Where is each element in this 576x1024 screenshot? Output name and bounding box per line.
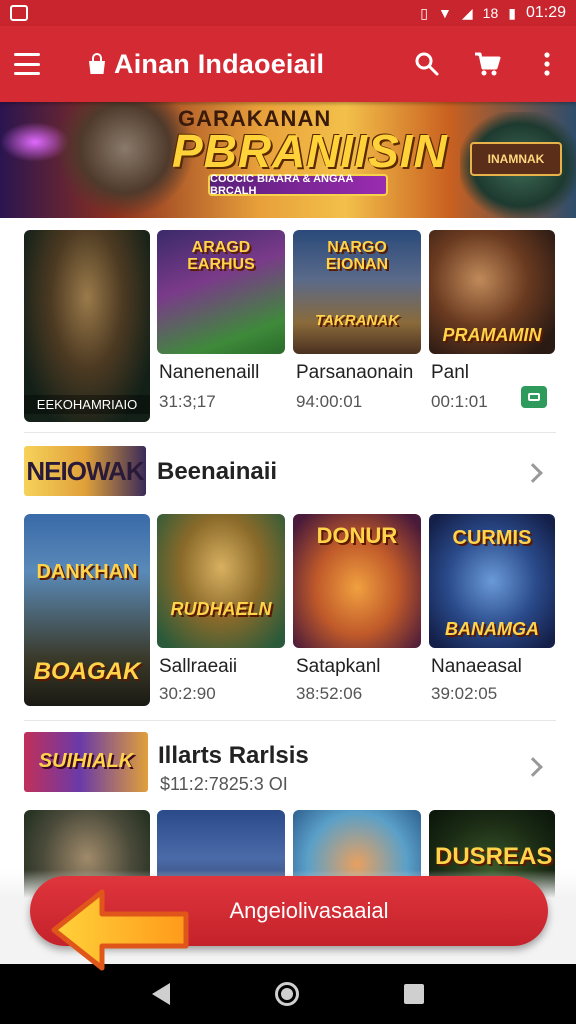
battery-icon: ▮ bbox=[508, 4, 516, 21]
game-tile[interactable]: DANKHAN BOAGAK bbox=[24, 514, 150, 706]
search-icon bbox=[415, 52, 439, 76]
game-name[interactable]: Nanaeasal bbox=[431, 656, 522, 678]
section-title[interactable]: Illarts Rarlsis bbox=[158, 742, 309, 770]
featured-game-caption: EEKOHAMRIAIO bbox=[24, 395, 150, 414]
hero-banner[interactable]: GARAKANAN PBRANIISIN COOCIC BIAARA & ANG… bbox=[0, 102, 576, 218]
chevron-right-icon[interactable] bbox=[523, 757, 543, 777]
arrow-left-icon bbox=[51, 889, 189, 971]
app-bar: Ainan Indaoeiail bbox=[0, 26, 576, 102]
game-name[interactable]: Sallraeaii bbox=[159, 656, 237, 678]
game-tile-title: RUDHAELN bbox=[170, 599, 272, 619]
chevron-right-icon[interactable] bbox=[523, 463, 543, 483]
game-tile[interactable]: ARAGD EARHUS bbox=[157, 230, 285, 354]
divider bbox=[24, 432, 556, 433]
game-tile[interactable]: CURMIS BANAMGA bbox=[429, 514, 555, 648]
game-meta: 31:3;17 bbox=[159, 392, 216, 411]
more-vert-icon bbox=[544, 52, 550, 76]
section-thumbnail-text: NEIOWAK bbox=[26, 456, 144, 486]
game-name[interactable]: Parsanaonain bbox=[296, 362, 413, 384]
game-meta: 39:02:05 bbox=[431, 684, 498, 703]
game-tile-title: DUSREAS bbox=[435, 843, 553, 870]
game-name[interactable]: Satapkanl bbox=[296, 656, 381, 678]
install-button[interactable] bbox=[521, 386, 547, 408]
cart-icon bbox=[475, 52, 501, 76]
game-name[interactable]: Nanenenaill bbox=[159, 362, 259, 384]
game-name[interactable]: Panl bbox=[431, 362, 469, 384]
game-tile[interactable]: PRAMAMIN bbox=[429, 230, 555, 354]
game-tile[interactable]: NARGO EIONAN TAKRANAK bbox=[293, 230, 421, 354]
signal-text: 18 bbox=[482, 5, 499, 21]
hero-title: PBRANIISIN bbox=[172, 125, 448, 177]
system-nav-bar bbox=[0, 964, 576, 1024]
game-tile-title: DANKHAN bbox=[36, 561, 138, 583]
divider bbox=[24, 720, 556, 721]
game-tile-subtitle: BOAGAK bbox=[33, 658, 141, 685]
section-thumbnail[interactable]: SUIHIALK bbox=[24, 732, 148, 792]
shopping-bag-icon bbox=[89, 53, 105, 74]
status-icons: ▯ ▼ ◢ 18 ▮ 01:29 bbox=[420, 4, 566, 22]
game-meta: 38:52:06 bbox=[296, 684, 363, 703]
game-tile[interactable]: DONUR bbox=[293, 514, 421, 648]
game-tile-title: ARAGD EARHUS bbox=[187, 239, 255, 273]
featured-game-art bbox=[24, 230, 150, 422]
hero-ribbon: COOCIC BIAARA & ANGAA BRCALH bbox=[208, 173, 388, 197]
game-tile-subtitle: TAKRANAK bbox=[315, 312, 399, 329]
section-title[interactable]: Beenainaii bbox=[157, 458, 277, 486]
cart-button[interactable] bbox=[472, 49, 502, 79]
vibrate-icon: ▯ bbox=[420, 4, 429, 21]
status-time: 01:29 bbox=[525, 4, 566, 21]
game-tile-title: DONUR bbox=[316, 523, 398, 548]
section-thumbnail[interactable]: NEIOWAK bbox=[24, 446, 146, 496]
game-tile-title: NARGO EIONAN bbox=[325, 239, 389, 273]
game-tile-title: PRAMAMIN bbox=[442, 325, 542, 345]
notification-icon bbox=[10, 5, 28, 21]
game-tile-title: CURMIS bbox=[452, 527, 532, 549]
recent-apps-icon[interactable] bbox=[403, 984, 424, 1004]
game-art bbox=[157, 514, 285, 648]
home-icon[interactable] bbox=[274, 982, 299, 1006]
signal-icon: ◢ bbox=[461, 4, 473, 21]
search-button[interactable] bbox=[412, 49, 442, 79]
wifi-icon: ▼ bbox=[438, 5, 452, 21]
section-subtitle: $11:2:7825:3 OI bbox=[160, 774, 288, 794]
game-tile[interactable]: RUDHAELN bbox=[157, 514, 285, 648]
more-options-button[interactable] bbox=[532, 49, 562, 79]
game-meta: 30:2:90 bbox=[159, 684, 216, 703]
hero-badge: INAMNAK bbox=[470, 142, 562, 176]
featured-game-tile[interactable]: EEKOHAMRIAIO bbox=[24, 230, 150, 422]
game-tile-subtitle: BANAMGA bbox=[445, 619, 539, 639]
menu-icon[interactable] bbox=[14, 53, 40, 75]
game-meta: 94:00:01 bbox=[296, 392, 363, 411]
back-icon[interactable] bbox=[152, 983, 171, 1005]
game-meta: 00:1:01 bbox=[431, 392, 488, 411]
app-title: Ainan Indaoeiail bbox=[114, 48, 325, 79]
status-bar: ▯ ▼ ◢ 18 ▮ 01:29 bbox=[0, 0, 576, 26]
section-thumbnail-text: SUIHIALK bbox=[38, 750, 134, 772]
